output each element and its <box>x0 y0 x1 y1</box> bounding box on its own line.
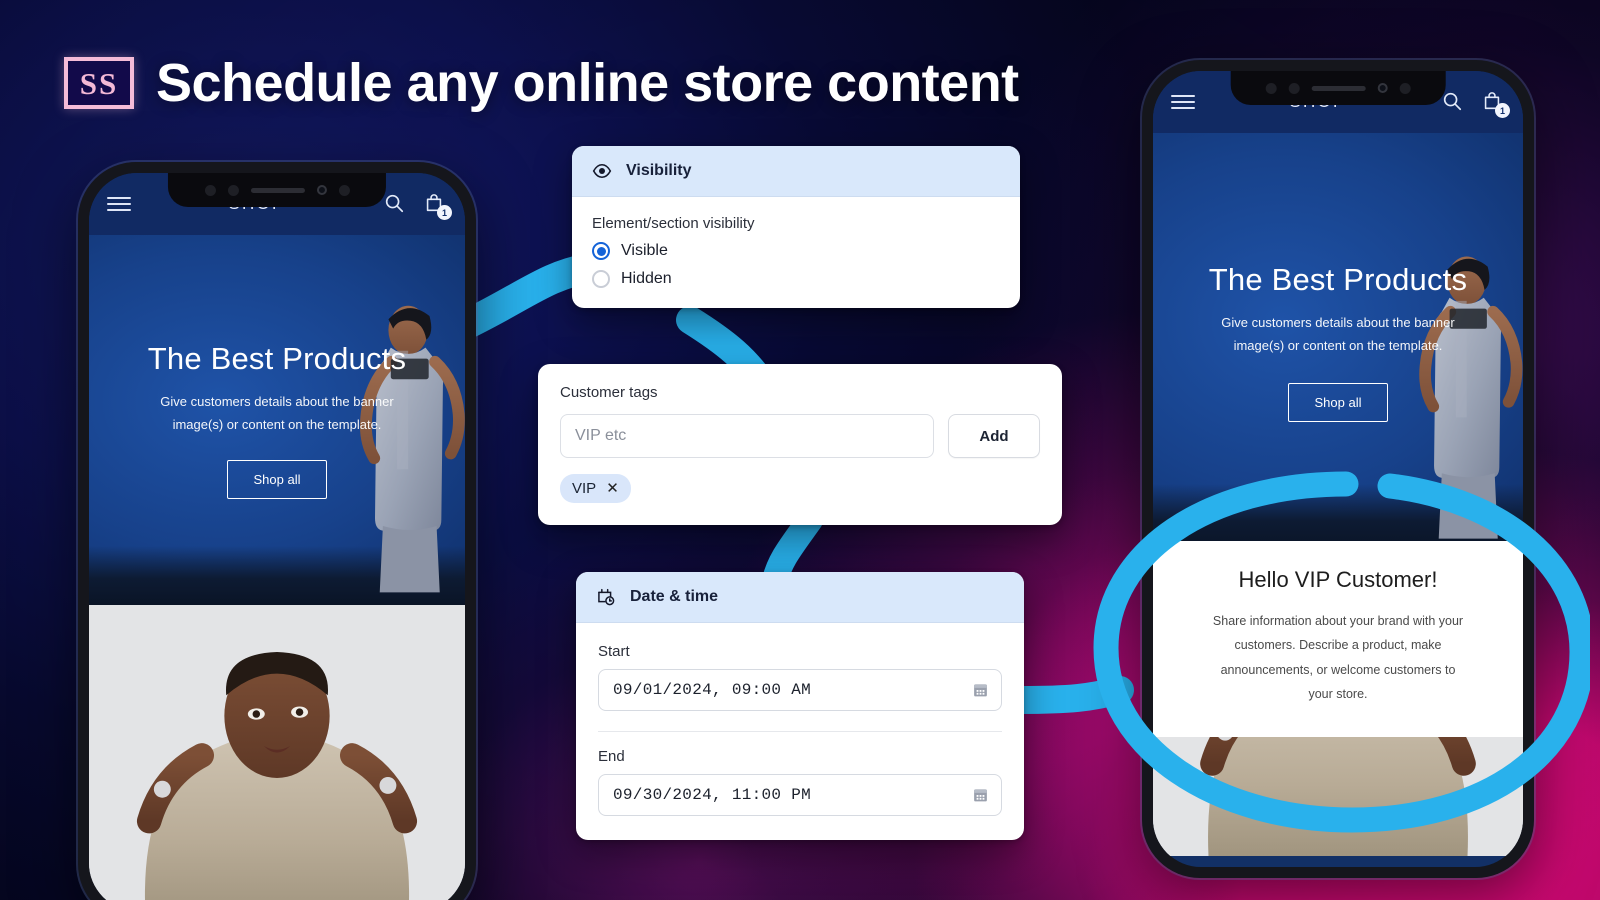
end-datetime-input[interactable]: 09/30/2024, 11:00 PM <box>598 774 1002 816</box>
vip-body-line4: your store. <box>1308 687 1368 702</box>
calendar-icon[interactable] <box>972 682 989 699</box>
add-tag-button[interactable]: Add <box>948 414 1040 458</box>
radio-option-visible[interactable]: Visible <box>592 242 1000 260</box>
customer-tags-label: Customer tags <box>560 384 658 401</box>
shopping-bag-icon[interactable]: 1 <box>1481 90 1510 118</box>
radio-hidden-icon[interactable] <box>592 270 610 288</box>
product-photo-left <box>89 605 465 900</box>
page-header: SS Schedule any online store content <box>64 52 1019 114</box>
visibility-card: Visibility Element/section visibility Vi… <box>572 146 1020 308</box>
vip-body-line1: Share information about your brand with … <box>1212 614 1464 628</box>
vip-body-line3: announcements, or welcome customers to <box>1220 662 1456 677</box>
speaker-grille-icon <box>250 187 305 193</box>
phone-mockup-left: SHOP 1 <box>78 162 476 900</box>
start-label: Start <box>598 643 630 660</box>
visibility-card-title: Visibility <box>626 162 692 179</box>
sensor-dot-icon <box>1288 82 1300 94</box>
sensor-dot-icon <box>227 184 239 196</box>
hero-heading-left: The Best Products <box>147 340 407 376</box>
phone-screen-left: SHOP 1 <box>89 173 465 900</box>
phone-notch <box>1230 71 1446 105</box>
tag-chip-label: VIP <box>572 480 597 497</box>
visibility-field-label: Element/section visibility <box>592 215 755 232</box>
phone-mockup-right: SHOP 1 <box>1142 60 1534 878</box>
speaker-grille-icon <box>1311 85 1366 91</box>
hero-banner-right: The Best Products Give customers details… <box>1153 133 1523 551</box>
hero-body-line2-right: image(s) or content on the template. <box>1233 337 1443 353</box>
sensor-dot-icon <box>204 184 216 196</box>
end-datetime-value: 09/30/2024, 11:00 PM <box>613 786 812 804</box>
date-time-card-body: Start 09/01/2024, 09:00 AM End 09/30/202… <box>576 623 1024 840</box>
start-datetime-input[interactable]: 09/01/2024, 09:00 AM <box>598 669 1002 711</box>
visibility-card-body: Element/section visibility Visible Hidde… <box>572 197 1020 308</box>
radio-hidden-label: Hidden <box>621 270 672 287</box>
front-camera-icon <box>1377 83 1388 93</box>
sensor-dot-icon <box>1265 82 1277 94</box>
search-icon[interactable] <box>383 192 407 216</box>
start-datetime-value: 09/01/2024, 09:00 AM <box>613 681 812 699</box>
calendar-clock-icon <box>596 587 616 607</box>
close-icon[interactable]: ✕ <box>606 481 619 496</box>
eye-icon <box>592 161 612 181</box>
shopping-bag-icon[interactable]: 1 <box>423 192 452 220</box>
phone-screen-right: SHOP 1 <box>1153 71 1523 867</box>
vip-body-line2: customers. Describe a product, make <box>1234 638 1442 653</box>
shop-all-button-left[interactable]: Shop all <box>226 460 328 500</box>
end-label: End <box>598 748 625 765</box>
hero-body-line2-left: image(s) or content on the template. <box>172 416 382 432</box>
tag-chip-vip[interactable]: VIP ✕ <box>560 474 631 503</box>
cart-count-badge: 1 <box>437 205 452 220</box>
customer-tags-card: Customer tags Add VIP ✕ <box>538 364 1062 525</box>
page-title: Schedule any online store content <box>156 53 1019 113</box>
hamburger-menu-icon[interactable] <box>107 197 131 211</box>
hamburger-menu-icon[interactable] <box>1171 95 1195 109</box>
date-time-divider <box>598 731 1002 732</box>
hero-heading-right: The Best Products <box>1208 261 1468 297</box>
customer-tags-body: Customer tags Add VIP ✕ <box>538 364 1062 525</box>
hero-body-line1-left: Give customers details about the banner <box>160 393 394 409</box>
radio-option-hidden[interactable]: Hidden <box>592 270 1000 288</box>
phone-notch <box>167 173 387 207</box>
radio-visible-label: Visible <box>621 242 668 259</box>
calendar-icon[interactable] <box>972 787 989 804</box>
hero-body-line1-right: Give customers details about the banner <box>1221 314 1455 330</box>
date-time-card: Date & time Start 09/01/2024, 09:00 AM E… <box>576 572 1024 840</box>
ss-badge-icon: SS <box>64 57 134 109</box>
vip-greeting-card: Hello VIP Customer! Share information ab… <box>1153 541 1523 737</box>
cart-count-badge: 1 <box>1495 103 1510 118</box>
customer-tags-input[interactable] <box>560 414 934 458</box>
sensor-dot-icon <box>1399 82 1411 94</box>
date-time-card-title: Date & time <box>630 588 719 605</box>
logo-text: SS <box>79 65 119 101</box>
shop-all-button-right[interactable]: Shop all <box>1287 383 1389 423</box>
date-time-card-header: Date & time <box>576 572 1024 623</box>
search-icon[interactable] <box>1441 90 1465 114</box>
model-photo-icon <box>89 605 465 900</box>
front-camera-icon <box>316 185 327 195</box>
radio-visible-icon[interactable] <box>592 242 610 260</box>
vip-title: Hello VIP Customer! <box>1238 567 1438 592</box>
hero-banner-left: The Best Products Give customers details… <box>89 235 465 605</box>
sensor-dot-icon <box>338 184 350 196</box>
visibility-card-header: Visibility <box>572 146 1020 197</box>
